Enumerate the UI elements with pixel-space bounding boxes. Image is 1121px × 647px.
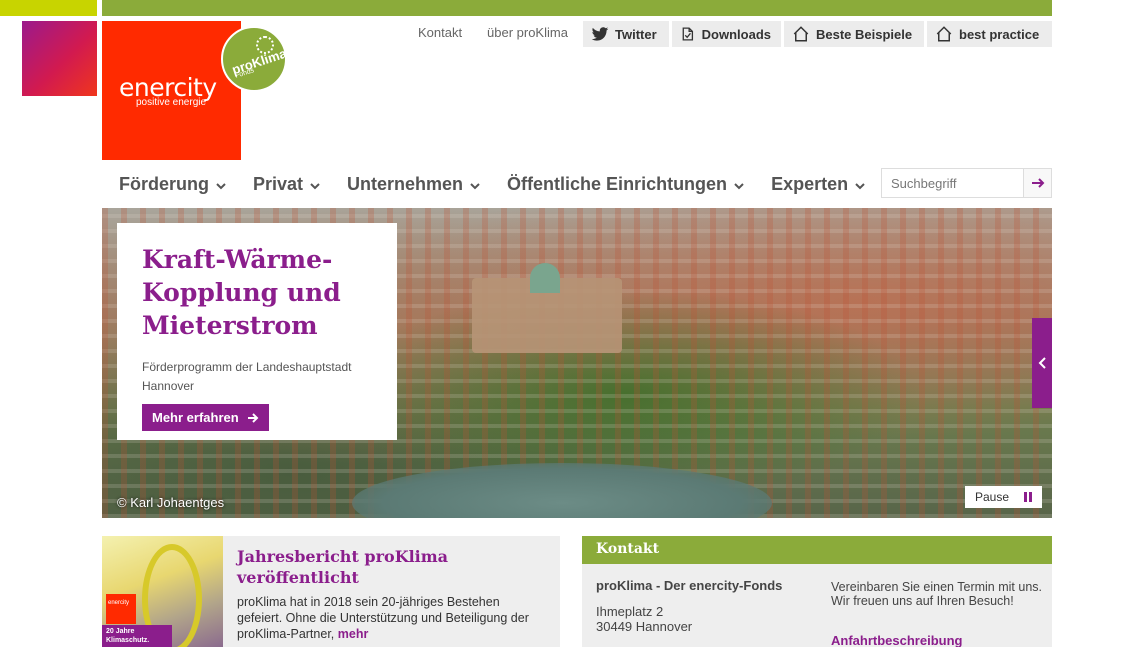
nav-item-oeffentliche-einrichtungen[interactable]: Öffentliche Einrichtungen — [507, 174, 745, 195]
decorative-square — [22, 21, 97, 96]
nav-label: Unternehmen — [347, 174, 464, 194]
main-navigation: Förderung Privat Unternehmen Öffentliche… — [119, 174, 866, 195]
nav-label: Förderung — [119, 174, 209, 194]
chevron-down-icon — [470, 183, 480, 190]
chevron-down-icon — [310, 183, 320, 190]
nav-item-unternehmen[interactable]: Unternehmen — [347, 174, 481, 195]
arrow-right-icon — [1031, 178, 1044, 188]
hero-image-dome — [530, 263, 560, 293]
news-teaser[interactable]: enercity 20 Jahre Klimaschutz. Jahresber… — [102, 536, 560, 647]
search-box — [881, 168, 1052, 198]
proklima-badge[interactable]: proKlima Fonds — [221, 26, 288, 92]
hero-text: Förderprogramm der Landeshauptstadt Hann… — [142, 360, 352, 393]
best-practice-label: best practice — [959, 26, 1040, 42]
nav-label: Öffentliche Einrichtungen — [507, 174, 728, 194]
news-image: enercity 20 Jahre Klimaschutz. — [102, 536, 223, 647]
hero-slider: Kraft-Wärme-Kopplung und Mieterstrom För… — [102, 208, 1052, 518]
contact-heading: Kontakt — [582, 536, 1052, 564]
contact-box: Kontakt proKlima - Der enercity-Fonds Ih… — [582, 536, 1052, 647]
chevron-down-icon — [216, 183, 226, 190]
news-body: proKlima hat in 2018 sein 20-jähriges Be… — [237, 595, 529, 641]
image-copyright: © Karl Johaentges — [117, 495, 225, 510]
mehr-erfahren-label: Mehr erfahren — [152, 410, 239, 425]
news-more-link[interactable]: mehr — [338, 627, 369, 641]
meta-link-kontakt[interactable]: Kontakt — [418, 25, 462, 40]
slider-pause-button[interactable]: Pause — [965, 486, 1042, 508]
nav-label: Experten — [771, 174, 849, 194]
pause-label: Pause — [975, 490, 1010, 504]
download-icon — [682, 27, 694, 41]
contact-name: proKlima - Der enercity-Fonds — [596, 578, 783, 593]
meta-link-ueber[interactable]: über proKlima — [487, 25, 568, 40]
search-button[interactable] — [1023, 169, 1051, 197]
hero-teaser-card: Kraft-Wärme-Kopplung und Mieterstrom För… — [117, 223, 397, 440]
house-icon — [936, 26, 952, 42]
search-input[interactable] — [882, 169, 1023, 197]
chevron-down-icon — [734, 183, 744, 190]
chevron-left-icon — [1038, 357, 1046, 369]
twitter-button[interactable]: Twitter — [583, 21, 669, 47]
arrow-right-icon — [247, 412, 259, 423]
downloads-label: Downloads — [701, 26, 771, 42]
hero-title: Kraft-Wärme-Kopplung und Mieterstrom — [142, 245, 341, 340]
house-icon — [793, 26, 809, 42]
nav-item-privat[interactable]: Privat — [253, 174, 321, 195]
downloads-button[interactable]: Downloads — [672, 21, 781, 47]
news-image-tag: 20 Jahre Klimaschutz. — [102, 625, 172, 647]
contact-address: Ihmeplatz 2 30449 Hannover — [596, 604, 692, 634]
beste-beispiele-button[interactable]: Beste Beispiele — [784, 21, 924, 47]
mehr-erfahren-button[interactable]: Mehr erfahren — [142, 404, 269, 431]
nav-item-foerderung[interactable]: Förderung — [119, 174, 227, 195]
anfahrt-link[interactable]: Anfahrtbeschreibung — [831, 633, 962, 647]
news-text: proKlima hat in 2018 sein 20-jähriges Be… — [237, 594, 547, 642]
news-image-logo: enercity — [106, 594, 136, 624]
pause-icon — [1024, 492, 1032, 502]
contact-note: Vereinbaren Sie einen Termin mit uns. Wi… — [831, 580, 1042, 608]
best-practice-button[interactable]: best practice — [927, 21, 1052, 47]
contact-street: Ihmeplatz 2 — [596, 604, 664, 619]
nav-label: Privat — [253, 174, 304, 194]
logo-tagline: positive energie — [136, 97, 207, 108]
top-bar-yellow — [0, 0, 97, 16]
enercity-logo[interactable]: enercity positive energie — [102, 21, 241, 160]
beste-beispiele-label: Beste Beispiele — [816, 26, 913, 42]
contact-city: 30449 Hannover — [596, 619, 693, 634]
top-bar-green — [102, 0, 1052, 16]
news-title[interactable]: Jahresbericht proKlima veröffentlicht — [237, 546, 537, 588]
slider-prev-button[interactable] — [1032, 318, 1052, 408]
chevron-down-icon — [855, 183, 865, 190]
nav-item-experten[interactable]: Experten — [771, 174, 866, 195]
twitter-icon — [591, 27, 609, 41]
twitter-label: Twitter — [615, 26, 657, 42]
